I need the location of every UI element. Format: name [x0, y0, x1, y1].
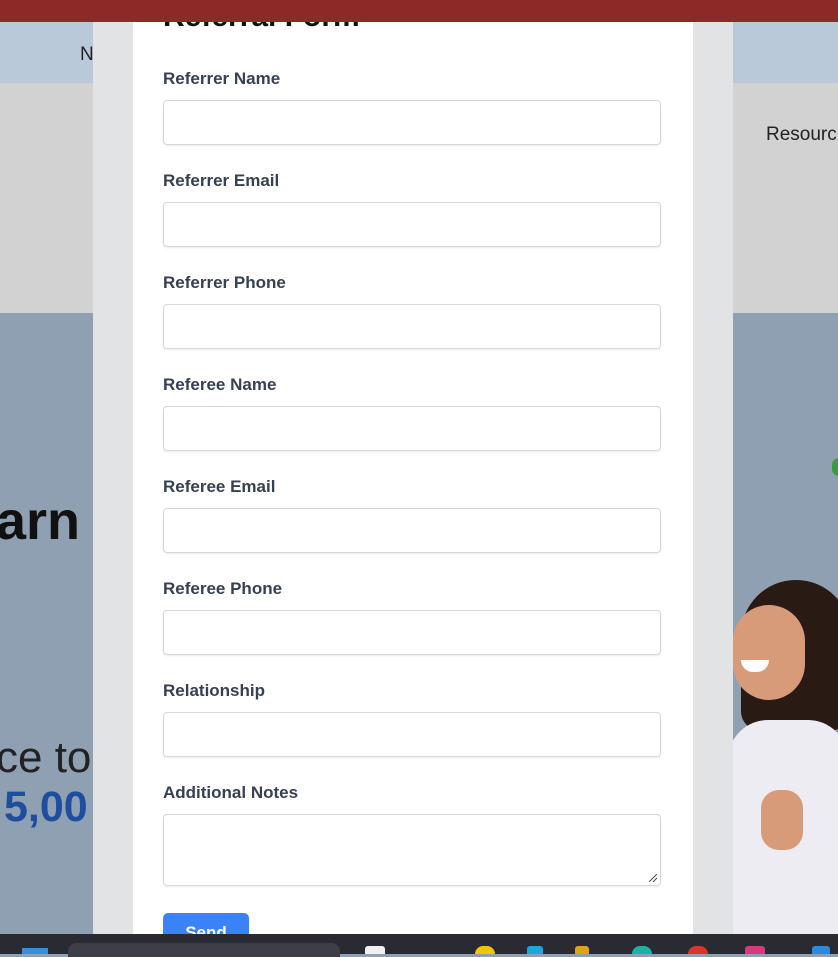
browser-top-bar — [0, 0, 838, 24]
referee-phone-input[interactable] — [163, 610, 661, 655]
referee-name-input[interactable] — [163, 406, 661, 451]
taskbar-app-icon[interactable] — [688, 946, 708, 954]
taskbar-app-icon[interactable] — [527, 946, 543, 954]
taskbar-app-icon[interactable] — [575, 946, 589, 954]
taskbar-search-box[interactable] — [68, 943, 340, 957]
taskbar-app-icon[interactable] — [475, 946, 495, 954]
taskbar-app-icon[interactable] — [745, 946, 765, 954]
resize-handle-icon[interactable] — [649, 874, 657, 882]
person-face — [733, 605, 805, 700]
referee-phone-label: Referee Phone — [163, 579, 283, 598]
referrer-name-input[interactable] — [163, 100, 661, 145]
referrer-email-label: Referrer Email — [163, 171, 280, 190]
relationship-input[interactable] — [163, 712, 661, 757]
referee-name-label: Referee Name — [163, 375, 277, 394]
relationship-label: Relationship — [163, 681, 266, 700]
additional-notes-textarea[interactable] — [163, 814, 661, 886]
hero-person-image — [733, 560, 838, 934]
referrer-name-label: Referrer Name — [163, 69, 281, 88]
hero-heading-fragment: arn — [0, 491, 81, 551]
nav-link-fragment[interactable]: N — [80, 44, 94, 66]
hero-amount: 5,00 — [4, 783, 88, 831]
taskbar-app-icon[interactable] — [812, 946, 830, 954]
thumbs-up-hand — [761, 790, 803, 850]
modal-title: Referral Form — [163, 22, 360, 34]
hero-subtext-fragment: ce to — [0, 733, 92, 782]
referee-email-label: Referee Email — [163, 477, 276, 496]
taskbar-app-icon[interactable] — [632, 946, 652, 954]
additional-notes-label: Additional Notes — [163, 783, 299, 802]
referral-form-modal: Referral Form Referrer Name Referrer Ema… — [133, 22, 693, 934]
referrer-phone-input[interactable] — [163, 304, 661, 349]
referee-email-input[interactable] — [163, 508, 661, 553]
referrer-phone-label: Referrer Phone — [163, 273, 286, 292]
nav-link-resources[interactable]: Resourc — [766, 124, 837, 146]
windows-start-icon[interactable] — [22, 948, 48, 954]
taskbar-app-icon[interactable] — [365, 946, 385, 954]
send-button[interactable]: Send — [163, 913, 249, 934]
chat-widget-icon[interactable] — [832, 458, 838, 476]
referrer-email-input[interactable] — [163, 202, 661, 247]
